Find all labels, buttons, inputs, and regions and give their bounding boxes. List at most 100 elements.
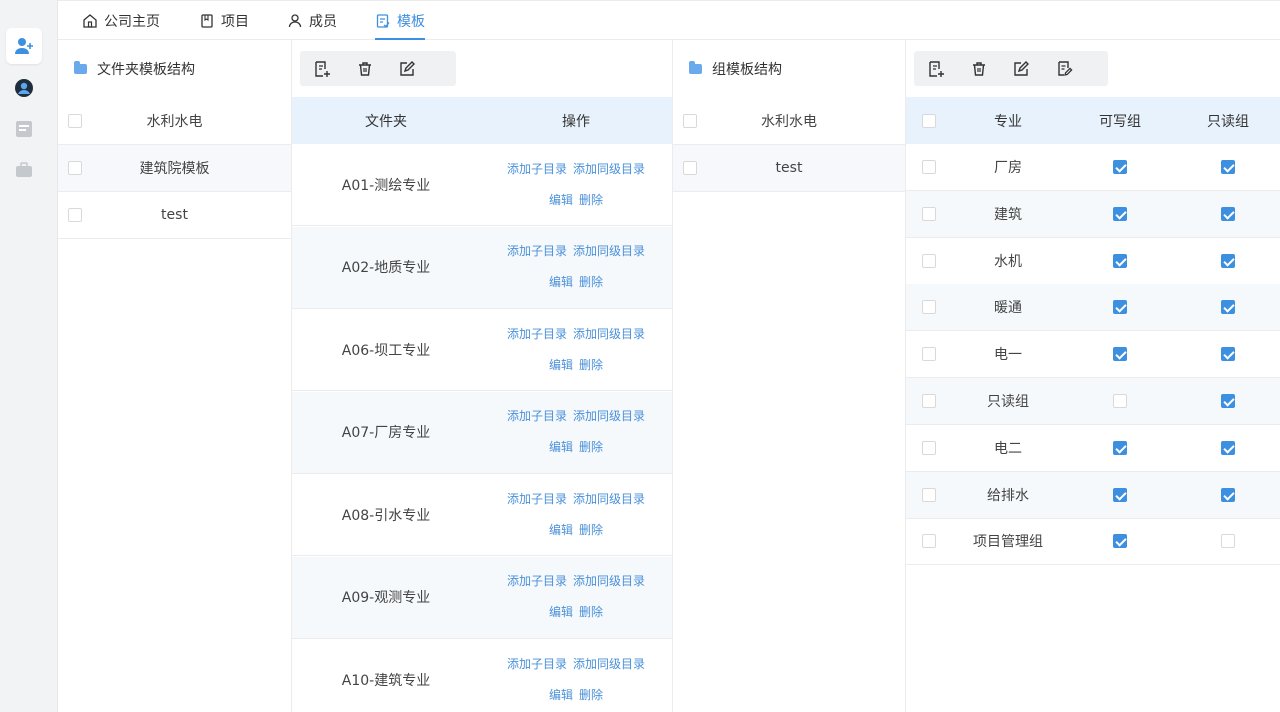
tree-item[interactable]: 水利水电	[58, 98, 291, 145]
row-checkbox[interactable]	[922, 253, 936, 268]
writable-checkbox[interactable]	[1113, 487, 1127, 502]
readonly-checkbox[interactable]	[1221, 440, 1235, 455]
add-child-link[interactable]: 添加子目录	[507, 574, 567, 588]
account-circle-icon[interactable]	[6, 70, 42, 106]
row-checkbox[interactable]	[922, 394, 936, 408]
add-sibling-link[interactable]: 添加同级目录	[573, 244, 645, 258]
edit-button[interactable]	[386, 51, 429, 86]
tab-company-home[interactable]: 公司主页	[82, 1, 160, 40]
trash-icon	[358, 61, 371, 76]
add-child-link[interactable]: 添加子目录	[507, 327, 567, 341]
readonly-checkbox[interactable]	[1221, 534, 1235, 549]
edit-document-icon	[1058, 61, 1073, 76]
delete-button[interactable]	[343, 51, 386, 86]
specialty-name: 厂房	[994, 160, 1022, 176]
edit-link[interactable]: 编辑	[549, 275, 573, 289]
add-child-link[interactable]: 添加子目录	[507, 409, 567, 423]
table-row: 电一	[906, 331, 1280, 379]
writable-checkbox[interactable]	[1113, 300, 1127, 315]
book-icon	[201, 13, 213, 28]
add-file-button[interactable]	[300, 51, 343, 86]
writable-checkbox[interactable]	[1113, 394, 1127, 408]
add-child-link[interactable]: 添加子目录	[507, 492, 567, 506]
readonly-checkbox[interactable]	[1221, 206, 1235, 221]
edit-link[interactable]: 编辑	[549, 440, 573, 454]
row-checkbox[interactable]	[683, 161, 697, 175]
add-child-link[interactable]: 添加子目录	[507, 244, 567, 258]
edit-link[interactable]: 编辑	[549, 688, 573, 702]
row-actions: 添加子目录 添加同级目录编辑 删除	[480, 154, 672, 216]
delete-link[interactable]: 删除	[579, 605, 603, 619]
row-checkbox[interactable]	[922, 206, 936, 221]
tree-item[interactable]: 水利水电	[673, 98, 905, 145]
delete-link[interactable]: 删除	[579, 358, 603, 372]
row-checkbox[interactable]	[922, 440, 936, 455]
delete-link[interactable]: 删除	[579, 688, 603, 702]
readonly-checkbox[interactable]	[1221, 160, 1235, 174]
edit-button[interactable]	[1000, 51, 1043, 86]
users-icon[interactable]	[6, 28, 42, 64]
add-sibling-link[interactable]: 添加同级目录	[573, 657, 645, 671]
writable-checkbox[interactable]	[1113, 206, 1127, 221]
document-icon[interactable]	[6, 111, 42, 147]
edit-link[interactable]: 编辑	[549, 193, 573, 207]
tab-label: 成员	[309, 13, 337, 30]
row-checkbox[interactable]	[922, 300, 936, 315]
folder-table-header: 文件夹 操作	[292, 97, 672, 144]
readonly-checkbox[interactable]	[1221, 347, 1235, 362]
select-all-checkbox[interactable]	[922, 113, 936, 128]
delete-button[interactable]	[957, 51, 1000, 86]
trash-icon	[972, 61, 985, 76]
readonly-checkbox[interactable]	[1221, 300, 1235, 315]
add-sibling-link[interactable]: 添加同级目录	[573, 327, 645, 341]
row-actions: 添加子目录 添加同级目录编辑 删除	[480, 236, 672, 298]
tree-item-label: 建筑院模板	[139, 161, 210, 177]
delete-link[interactable]: 删除	[579, 523, 603, 537]
tab-template[interactable]: 模板	[375, 1, 425, 40]
add-sibling-link[interactable]: 添加同级目录	[573, 162, 645, 176]
edit-document-button[interactable]	[1043, 51, 1086, 86]
tree-item[interactable]: test	[673, 145, 905, 192]
edit-link[interactable]: 编辑	[549, 358, 573, 372]
readonly-checkbox[interactable]	[1221, 253, 1235, 268]
edit-link[interactable]: 编辑	[549, 523, 573, 537]
add-sibling-link[interactable]: 添加同级目录	[573, 409, 645, 423]
edit-link[interactable]: 编辑	[549, 605, 573, 619]
row-checkbox[interactable]	[68, 114, 82, 128]
group-table-panel: 专业 可写组 只读组 厂房 建筑 水机 暖通 电一 只读组 电二 给排水 项目管理组	[906, 40, 1280, 712]
delete-link[interactable]: 删除	[579, 193, 603, 207]
add-child-link[interactable]: 添加子目录	[507, 657, 567, 671]
add-sibling-link[interactable]: 添加同级目录	[573, 574, 645, 588]
readonly-checkbox[interactable]	[1221, 487, 1235, 502]
row-checkbox[interactable]	[68, 208, 82, 222]
table-row: 项目管理组	[906, 518, 1280, 566]
add-file-button[interactable]	[914, 51, 957, 86]
writable-checkbox[interactable]	[1113, 440, 1127, 455]
row-checkbox[interactable]	[922, 534, 936, 549]
row-checkbox[interactable]	[922, 347, 936, 362]
tree-item[interactable]: test	[58, 192, 291, 239]
row-checkbox[interactable]	[922, 487, 936, 502]
delete-link[interactable]: 删除	[579, 275, 603, 289]
row-actions: 添加子目录 添加同级目录编辑 删除	[480, 484, 672, 546]
table-row: 厂房	[906, 144, 1280, 191]
row-checkbox[interactable]	[683, 114, 697, 128]
delete-link[interactable]: 删除	[579, 440, 603, 454]
table-row: 暖通	[906, 284, 1280, 332]
row-checkbox[interactable]	[68, 161, 82, 175]
home-icon	[83, 13, 97, 28]
writable-checkbox[interactable]	[1113, 253, 1127, 268]
writable-checkbox[interactable]	[1113, 160, 1127, 174]
writable-checkbox[interactable]	[1113, 347, 1127, 362]
add-sibling-link[interactable]: 添加同级目录	[573, 492, 645, 506]
readonly-checkbox[interactable]	[1221, 394, 1235, 408]
tree-item[interactable]: 建筑院模板	[58, 145, 291, 192]
row-checkbox[interactable]	[922, 160, 936, 174]
add-child-link[interactable]: 添加子目录	[507, 162, 567, 176]
writable-checkbox[interactable]	[1113, 534, 1127, 549]
briefcase-icon[interactable]	[6, 152, 42, 188]
table-row: A08-引水专业 添加子目录 添加同级目录 编辑 删除	[292, 474, 672, 556]
tab-members[interactable]: 成员	[287, 1, 337, 40]
column-header-specialty: 专业	[994, 113, 1022, 130]
tab-project[interactable]: 项目	[199, 1, 249, 40]
